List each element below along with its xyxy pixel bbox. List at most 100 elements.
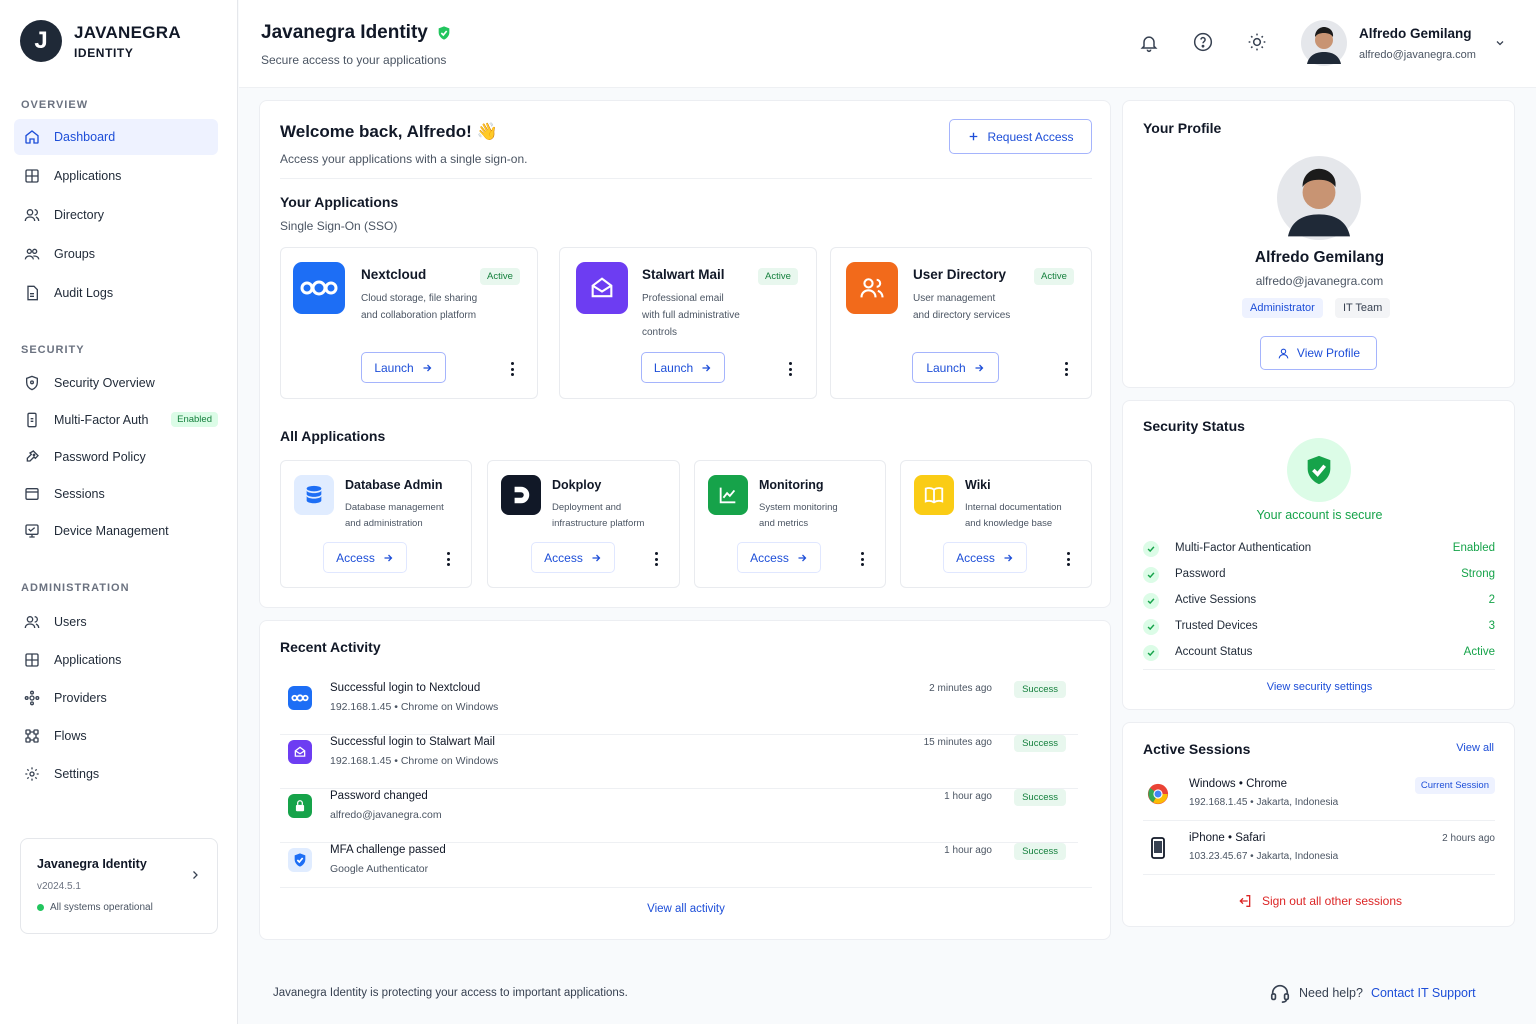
- sidebar-item-password-policy[interactable]: Password Policy: [14, 439, 218, 475]
- sidebar-item-admin-applications[interactable]: Applications: [14, 642, 218, 678]
- activity-row[interactable]: Password changed alfredo@javanegra.com 1…: [280, 789, 1078, 843]
- more-options-icon[interactable]: [855, 551, 869, 567]
- status-badge: Success: [1014, 843, 1066, 860]
- status-badge: Success: [1014, 789, 1066, 806]
- nav-heading-administration: ADMINISTRATION: [21, 582, 130, 594]
- more-options-icon[interactable]: [1061, 551, 1075, 567]
- activity-row[interactable]: Successful login to Stalwart Mail 192.16…: [280, 735, 1078, 789]
- sidebar-item-label: Password Policy: [54, 450, 146, 464]
- sidebar-item-users[interactable]: Users: [14, 604, 218, 640]
- more-options-icon[interactable]: [1059, 361, 1073, 377]
- page-title-text: Javanegra Identity: [261, 22, 428, 43]
- nav-heading-security: SECURITY: [21, 344, 85, 356]
- sidebar-item-label: Device Management: [54, 524, 169, 538]
- access-label: Access: [750, 550, 789, 565]
- app-card-nextcloud: Nextcloud Active Cloud storage, file sha…: [280, 247, 538, 399]
- status-badge: Success: [1014, 681, 1066, 698]
- profile-email: alfredo@javanegra.com: [1255, 274, 1384, 288]
- sidebar-item-applications[interactable]: Applications: [14, 158, 218, 194]
- more-options-icon[interactable]: [649, 551, 663, 567]
- activity-time: 2 minutes ago: [929, 683, 992, 694]
- brand-sub: IDENTITY: [74, 45, 134, 60]
- flows-icon: [25, 729, 39, 743]
- chevron-down-icon: [1496, 41, 1504, 46]
- sidebar-item-mfa[interactable]: Multi-Factor Auth Enabled: [14, 402, 218, 438]
- user-menu[interactable]: Alfredo Gemilang alfredo@javanegra.com: [1301, 20, 1506, 66]
- launch-label: Launch: [374, 360, 414, 375]
- sidebar-item-label: Applications: [54, 169, 122, 183]
- activity-row[interactable]: Successful login to Nextcloud 192.168.1.…: [280, 681, 1078, 735]
- help-text: Need help?: [1299, 986, 1363, 1000]
- view-security-settings-link[interactable]: View security settings: [1123, 681, 1516, 693]
- sidebar-item-audit-logs[interactable]: Audit Logs: [14, 275, 218, 311]
- status-badge: Success: [1014, 735, 1066, 752]
- role-badge: Administrator: [1242, 298, 1323, 318]
- app-desc-line: infrastructure platform: [552, 518, 645, 529]
- more-options-icon[interactable]: [441, 551, 455, 567]
- access-button[interactable]: Access: [323, 542, 407, 573]
- launch-button[interactable]: Launch: [361, 352, 446, 383]
- footer: Javanegra Identity is protecting your ac…: [239, 962, 1536, 1024]
- app-desc-line: and administration: [345, 518, 423, 529]
- users-icon: [24, 616, 40, 629]
- sign-out-label: Sign out all other sessions: [1261, 894, 1403, 908]
- sign-out-sessions-button[interactable]: Sign out all other sessions: [1123, 893, 1516, 909]
- check-icon: [1143, 619, 1159, 635]
- launch-button[interactable]: Launch: [912, 352, 999, 383]
- system-status-card[interactable]: Javanegra Identity v2024.5.1 All systems…: [20, 838, 218, 934]
- nav-security: SECURITY Security Overview Multi-Factor …: [0, 344, 238, 549]
- page-subtitle: Secure access to your applications: [261, 53, 447, 67]
- contact-support-link[interactable]: Contact IT Support: [1371, 986, 1476, 1000]
- sidebar-item-device-management[interactable]: Device Management: [14, 513, 218, 549]
- app-desc-line: controls: [642, 327, 678, 338]
- sidebar-item-security-overview[interactable]: Security Overview: [14, 365, 218, 401]
- launch-button[interactable]: Launch: [641, 352, 725, 383]
- recent-activity-title: Recent Activity: [280, 639, 381, 655]
- app-desc-line: System monitoring: [759, 502, 838, 513]
- nav-heading-overview: OVERVIEW: [21, 99, 89, 111]
- sidebar-item-label: Settings: [54, 767, 100, 781]
- app-name: User Directory: [913, 267, 1007, 282]
- security-label: Trusted Devices: [1175, 620, 1258, 632]
- bell-icon[interactable]: [1139, 32, 1159, 54]
- sidebar-item-label: Multi-Factor Auth: [54, 413, 149, 427]
- profile-card: Your Profile Alfredo Gemilang alfredo@ja…: [1122, 100, 1515, 388]
- security-row: Password Strong: [1143, 567, 1495, 593]
- access-button[interactable]: Access: [943, 542, 1027, 573]
- sun-icon[interactable]: [1247, 32, 1267, 52]
- nav-overview: OVERVIEW Dashboard Applications Director…: [0, 99, 238, 311]
- help-icon[interactable]: [1193, 32, 1213, 52]
- sidebar-item-label: Audit Logs: [54, 286, 114, 300]
- sidebar-item-providers[interactable]: Providers: [14, 680, 218, 716]
- more-options-icon[interactable]: [783, 361, 797, 377]
- sidebar-item-sessions[interactable]: Sessions: [14, 476, 218, 512]
- sidebar-item-directory[interactable]: Directory: [14, 197, 218, 233]
- activity-title: Password changed: [330, 790, 428, 802]
- more-options-icon[interactable]: [505, 361, 519, 377]
- logout-icon: [1239, 895, 1251, 907]
- lock-icon: [288, 794, 312, 818]
- grid-icon: [25, 169, 39, 183]
- app-description: Professional email with full administrat…: [642, 290, 740, 341]
- check-icon: [1143, 645, 1159, 661]
- system-version: v2024.5.1: [37, 881, 81, 892]
- system-status-text: All systems operational: [50, 902, 153, 913]
- request-access-button[interactable]: Request Access: [949, 119, 1092, 154]
- group-icon: [24, 248, 40, 260]
- system-status: All systems operational: [37, 902, 201, 913]
- view-all-sessions-link[interactable]: View all: [1456, 742, 1494, 754]
- sidebar-item-dashboard[interactable]: Dashboard: [14, 119, 218, 155]
- view-profile-button[interactable]: View Profile: [1260, 336, 1377, 370]
- access-button[interactable]: Access: [531, 542, 615, 573]
- activity-row[interactable]: MFA challenge passed Google Authenticato…: [280, 843, 1078, 897]
- access-button[interactable]: Access: [737, 542, 821, 573]
- sidebar-item-groups[interactable]: Groups: [14, 236, 218, 272]
- brand[interactable]: J JAVANEGRA IDENTITY: [20, 20, 181, 62]
- providers-icon: [24, 690, 40, 706]
- session-time: 2 hours ago: [1442, 833, 1495, 844]
- app-name: Dokploy: [552, 478, 602, 492]
- sidebar-item-settings[interactable]: Settings: [14, 756, 218, 792]
- sidebar-item-flows[interactable]: Flows: [14, 718, 218, 754]
- view-all-activity-link[interactable]: View all activity: [260, 903, 1112, 915]
- app-card-database-admin: Database Admin Database management and a…: [280, 460, 472, 588]
